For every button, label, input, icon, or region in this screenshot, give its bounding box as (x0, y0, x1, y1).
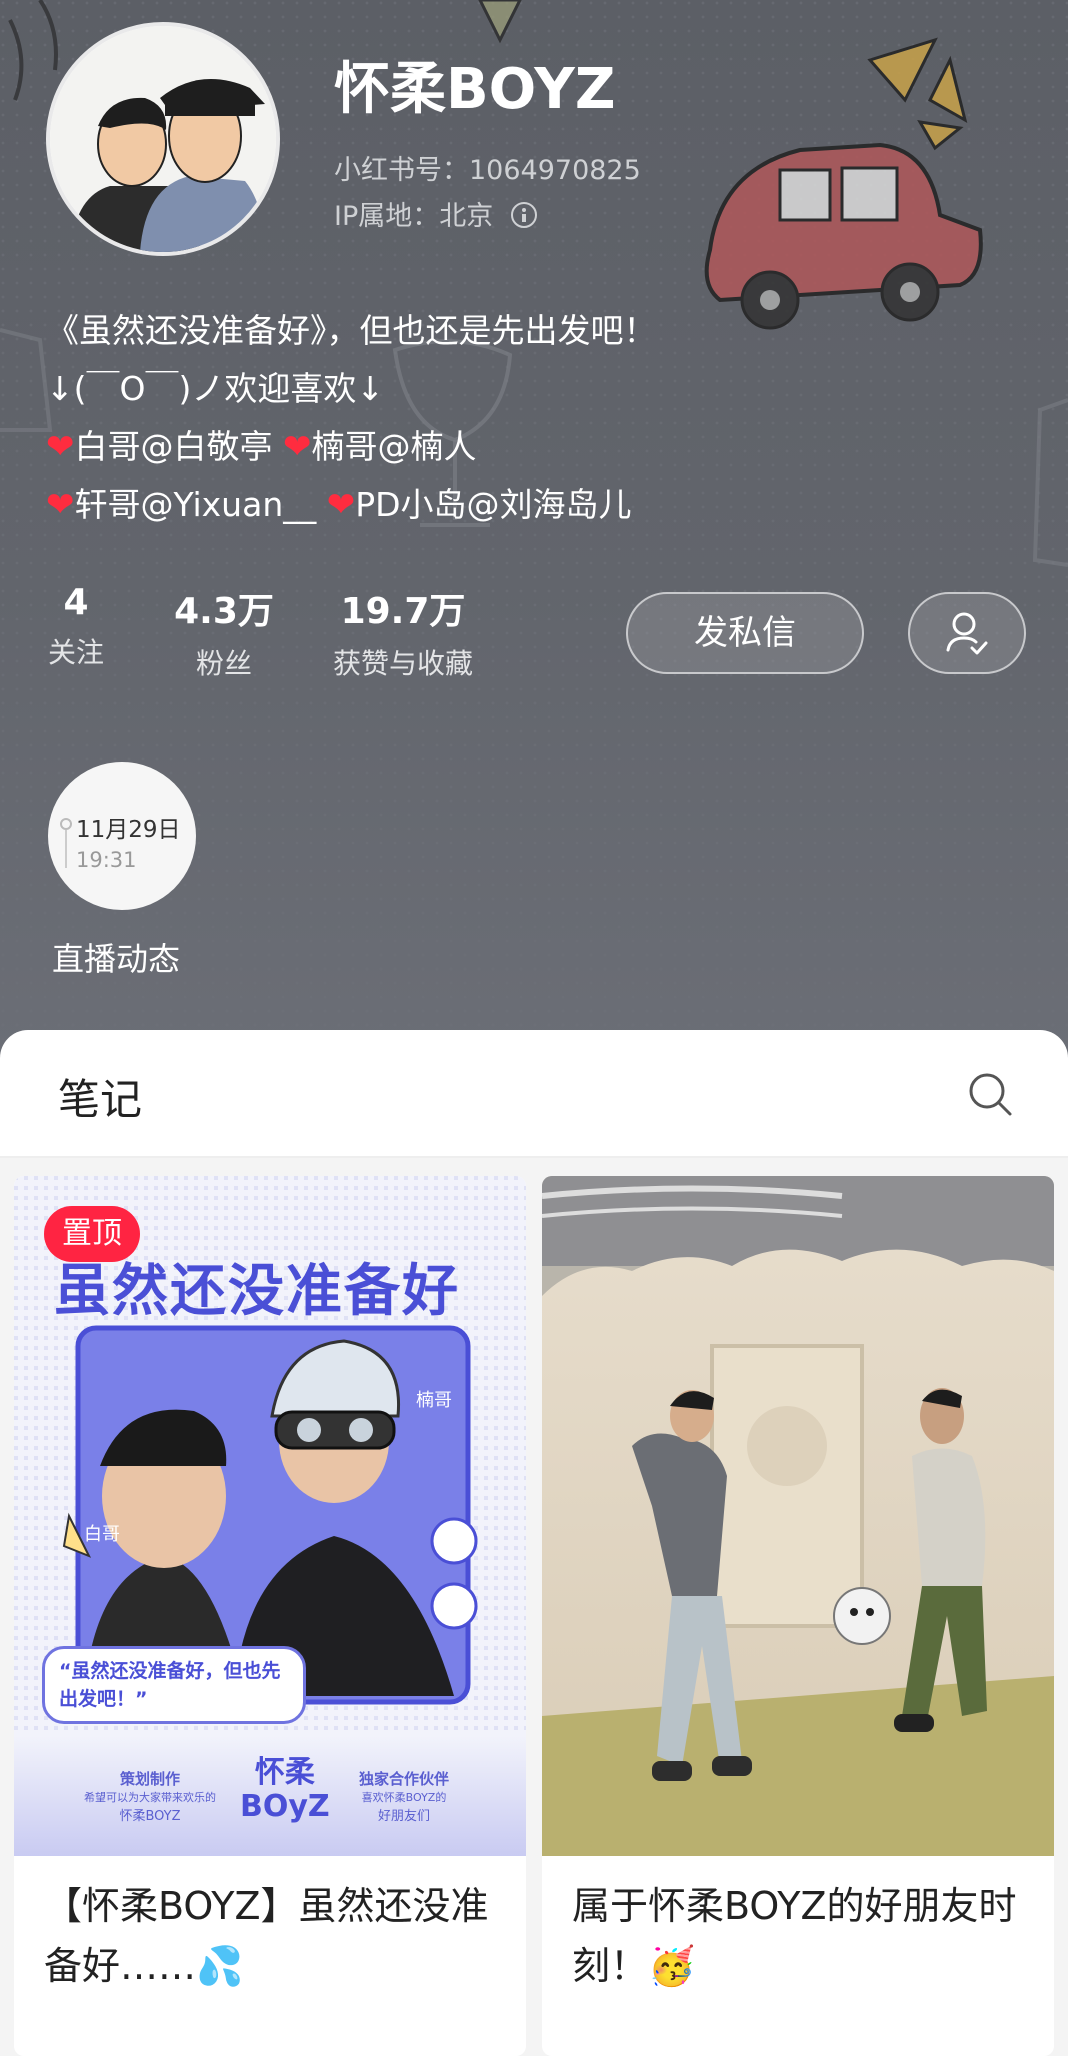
footer-right-sub: 喜欢怀柔BOYZ的 (361, 1791, 447, 1804)
heart-icon: ❤ (283, 427, 312, 467)
tab-notes[interactable]: 笔记 (58, 1066, 142, 1127)
ip-location: IP属地：北京 (334, 194, 538, 233)
ip-location-text: IP属地：北京 (334, 201, 494, 232)
timeline-dot (60, 818, 72, 830)
note-card[interactable]: 属于怀柔BOYZ的好朋友时刻！🥳 (542, 1176, 1054, 2056)
stat-likes-value: 19.7万 (340, 591, 466, 632)
user-check-icon (946, 612, 988, 655)
live-moment-item[interactable]: 11月29日 19:31 (48, 762, 196, 910)
note-card-pinned[interactable]: 虽然还没准备好 白哥 楠哥 “虽然还没准备好，但也先出发吧！” 策划制作 希望可… (14, 1176, 526, 2056)
stat-followers[interactable]: 4.3万 粉丝 (154, 582, 294, 682)
footer-right-title: 独家合作伙伴 (359, 1770, 450, 1788)
bio-mention-xuange[interactable]: 轩哥@Yixuan__ (75, 485, 317, 524)
stat-following-value: 4 (63, 582, 89, 623)
profile-bio: 《虽然还没准备好》，但也还是先出发吧！ ↓(￣O￣)ノ欢迎喜欢↓ ❤白哥@白敬亭… (46, 302, 657, 534)
follow-status-button[interactable] (908, 592, 1026, 674)
note-title[interactable]: 【怀柔BOYZ】虽然还没准备好……💦 (44, 1876, 514, 1996)
live-date: 11月29日 (76, 817, 181, 843)
stat-following[interactable]: 4 关注 (36, 582, 116, 671)
poster-name-right: 楠哥 (416, 1390, 452, 1411)
pinned-badge: 置顶 (44, 1206, 140, 1262)
note-cover: 虽然还没准备好 白哥 楠哥 “虽然还没准备好，但也先出发吧！” 策划制作 希望可… (14, 1176, 526, 1856)
bio-mention-baige[interactable]: 白哥@白敬亭 (75, 427, 273, 466)
profile-header: 怀柔BOYZ 小红书号：1064970825 IP属地：北京 《虽然还没准备好》… (0, 0, 1068, 1060)
poster-quote: “虽然还没准备好，但也先出发吧！” (42, 1646, 306, 1724)
poster-logo: 怀柔 BOyZ (240, 1756, 330, 1824)
footer-right-name: 好朋友们 (378, 1809, 431, 1824)
poster-footer: 策划制作 希望可以为大家带来欢乐的 怀柔BOYZ 怀柔 BOyZ 独家合作伙伴 … (14, 1756, 526, 1856)
bio-line-3: ❤白哥@白敬亭 ❤楠哥@楠人 (46, 418, 657, 476)
bio-line-4: ❤轩哥@Yixuan__ ❤PD小岛@刘海岛儿 (46, 476, 657, 534)
stat-followers-label: 粉丝 (195, 647, 252, 680)
poster-footer-right: 独家合作伙伴 喜欢怀柔BOYZ的 好朋友们 (359, 1768, 449, 1824)
bio-line-1: 《虽然还没准备好》，但也还是先出发吧！ (46, 311, 657, 350)
poster-name-left: 白哥 (84, 1524, 120, 1545)
footer-left-name: 怀柔BOYZ (119, 1809, 181, 1824)
heart-icon: ❤ (46, 485, 75, 525)
bio-mention-nange[interactable]: 楠哥@楠人 (312, 427, 477, 466)
poster-footer-left: 策划制作 希望可以为大家带来欢乐的 怀柔BOYZ (84, 1768, 216, 1824)
heart-icon: ❤ (326, 485, 356, 525)
footer-left-title: 策划制作 (119, 1770, 180, 1788)
stat-following-label: 关注 (47, 636, 104, 669)
live-moments-label[interactable]: 直播动态 (52, 934, 180, 980)
bio-line-2: ↓(￣O￣)ノ欢迎喜欢↓ (46, 369, 385, 408)
profile-nickname: 怀柔BOYZ (334, 57, 616, 122)
info-icon[interactable] (511, 202, 538, 228)
red-id: 小红书号：1064970825 (334, 155, 641, 186)
bio-mention-pd[interactable]: PD小岛@刘海岛儿 (355, 485, 631, 524)
note-cover (542, 1176, 1054, 1856)
photo-artwork (542, 1176, 1054, 1856)
stat-likes[interactable]: 19.7万 获赞与收藏 (318, 582, 488, 682)
stat-followers-value: 4.3万 (174, 591, 274, 632)
search-icon[interactable] (966, 1070, 1014, 1118)
logo-top: 怀柔 (254, 1755, 315, 1790)
logo-bottom: BOyZ (240, 1789, 330, 1824)
note-title[interactable]: 属于怀柔BOYZ的好朋友时刻！🥳 (572, 1876, 1042, 1996)
footer-left-sub: 希望可以为大家带来欢乐的 (84, 1791, 216, 1804)
live-time: 19:31 (76, 848, 137, 872)
heart-icon: ❤ (46, 427, 75, 467)
send-message-button[interactable]: 发私信 (626, 592, 864, 674)
avatar[interactable] (46, 22, 280, 256)
avatar-illustration (50, 26, 276, 252)
timeline-line (65, 830, 67, 868)
stat-likes-label: 获赞与收藏 (332, 647, 473, 680)
